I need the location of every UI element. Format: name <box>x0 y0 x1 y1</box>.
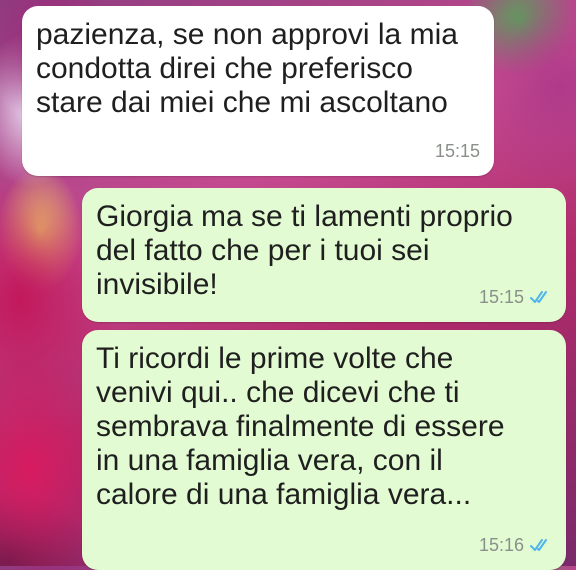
message-timestamp: 15:16 <box>478 535 524 555</box>
message-bubble-outgoing[interactable]: Ti ricordi le prime volte che venivi qui… <box>82 330 566 570</box>
double-check-read-icon <box>530 291 547 303</box>
message-text: pazienza, se non approvi la mia condotta… <box>36 18 458 119</box>
message-timestamp: 15:15 <box>478 287 524 307</box>
message-text: Ti ricordi le prime volte che venivi qui… <box>96 342 505 511</box>
message-meta: 15:15 <box>435 134 480 168</box>
message-bubble-incoming[interactable]: pazienza, se non approvi la mia condotta… <box>22 6 494 176</box>
message-meta: 15:15 <box>479 280 552 314</box>
message-timestamp: 15:15 <box>434 141 480 161</box>
message-meta: 15:16 <box>479 528 552 562</box>
message-bubble-outgoing[interactable]: Giorgia ma se ti lamenti proprio del fat… <box>82 188 566 322</box>
double-check-read-icon <box>530 539 547 551</box>
